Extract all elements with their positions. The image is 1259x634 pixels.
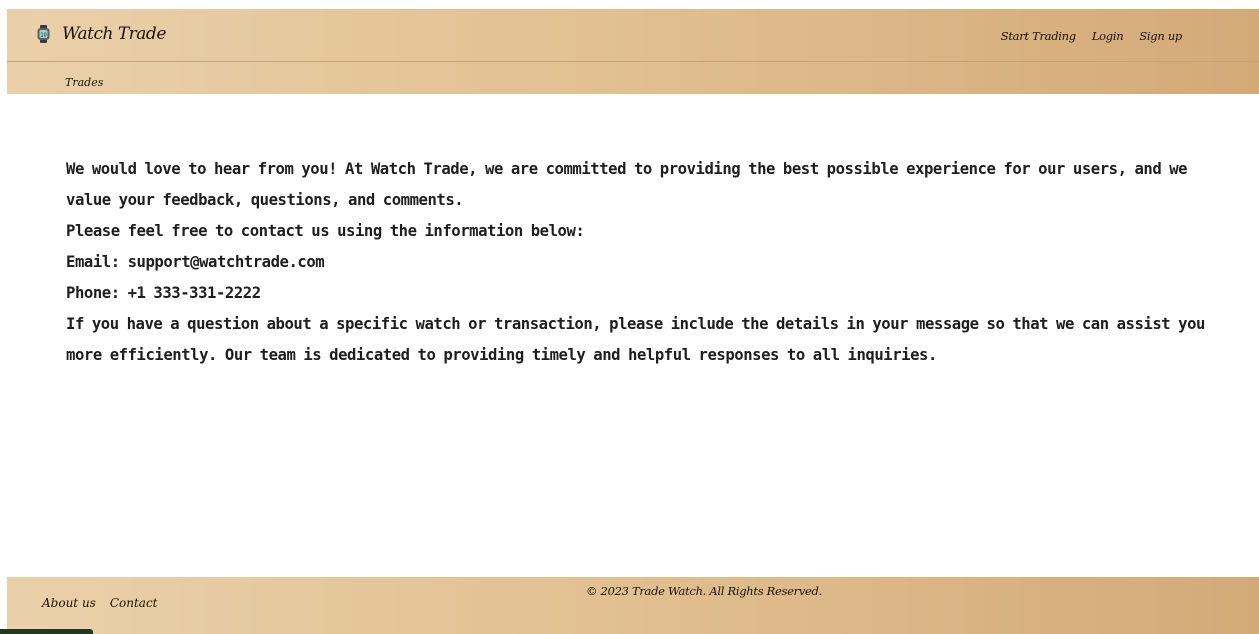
copyright-text: © 2023 Trade Watch. All Rights Reserved. xyxy=(586,584,822,598)
contact-prompt: Please feel free to contact us using the… xyxy=(66,222,585,240)
page-footer: About us Contact © 2023 Trade Watch. All… xyxy=(7,577,1259,634)
contact-content: We would love to hear from you! At Watch… xyxy=(66,154,1236,371)
nav-trades[interactable]: Trades xyxy=(65,76,103,89)
nav-start-trading[interactable]: Start Trading xyxy=(1001,29,1076,43)
contact-email: Email: support@watchtrade.com xyxy=(66,253,325,271)
footer-contact-link[interactable]: Contact xyxy=(110,596,158,610)
details-paragraph: If you have a question about a specific … xyxy=(66,315,1205,364)
navbar-main-row: 10 Watch Trade Start Trading Login Sign … xyxy=(7,9,1259,62)
intro-paragraph: We would love to hear from you! At Watch… xyxy=(66,160,1188,209)
brand-link[interactable]: 10 Watch Trade xyxy=(37,24,166,44)
footer-links: About us Contact xyxy=(42,596,157,610)
watch-icon: 10 xyxy=(37,25,50,43)
contact-phone: Phone: +1 333-331-2222 xyxy=(66,284,261,302)
brand-name: Watch Trade xyxy=(62,24,166,44)
nav-login[interactable]: Login xyxy=(1092,29,1124,43)
navbar-sub-row: Trades xyxy=(65,71,103,90)
navbar-right-links: Start Trading Login Sign up xyxy=(1001,29,1183,43)
footer-about-link[interactable]: About us xyxy=(42,596,96,610)
svg-text:10: 10 xyxy=(40,33,46,39)
top-navbar: 10 Watch Trade Start Trading Login Sign … xyxy=(7,9,1259,94)
nav-signup[interactable]: Sign up xyxy=(1139,29,1182,43)
corner-badge[interactable] xyxy=(0,629,93,634)
